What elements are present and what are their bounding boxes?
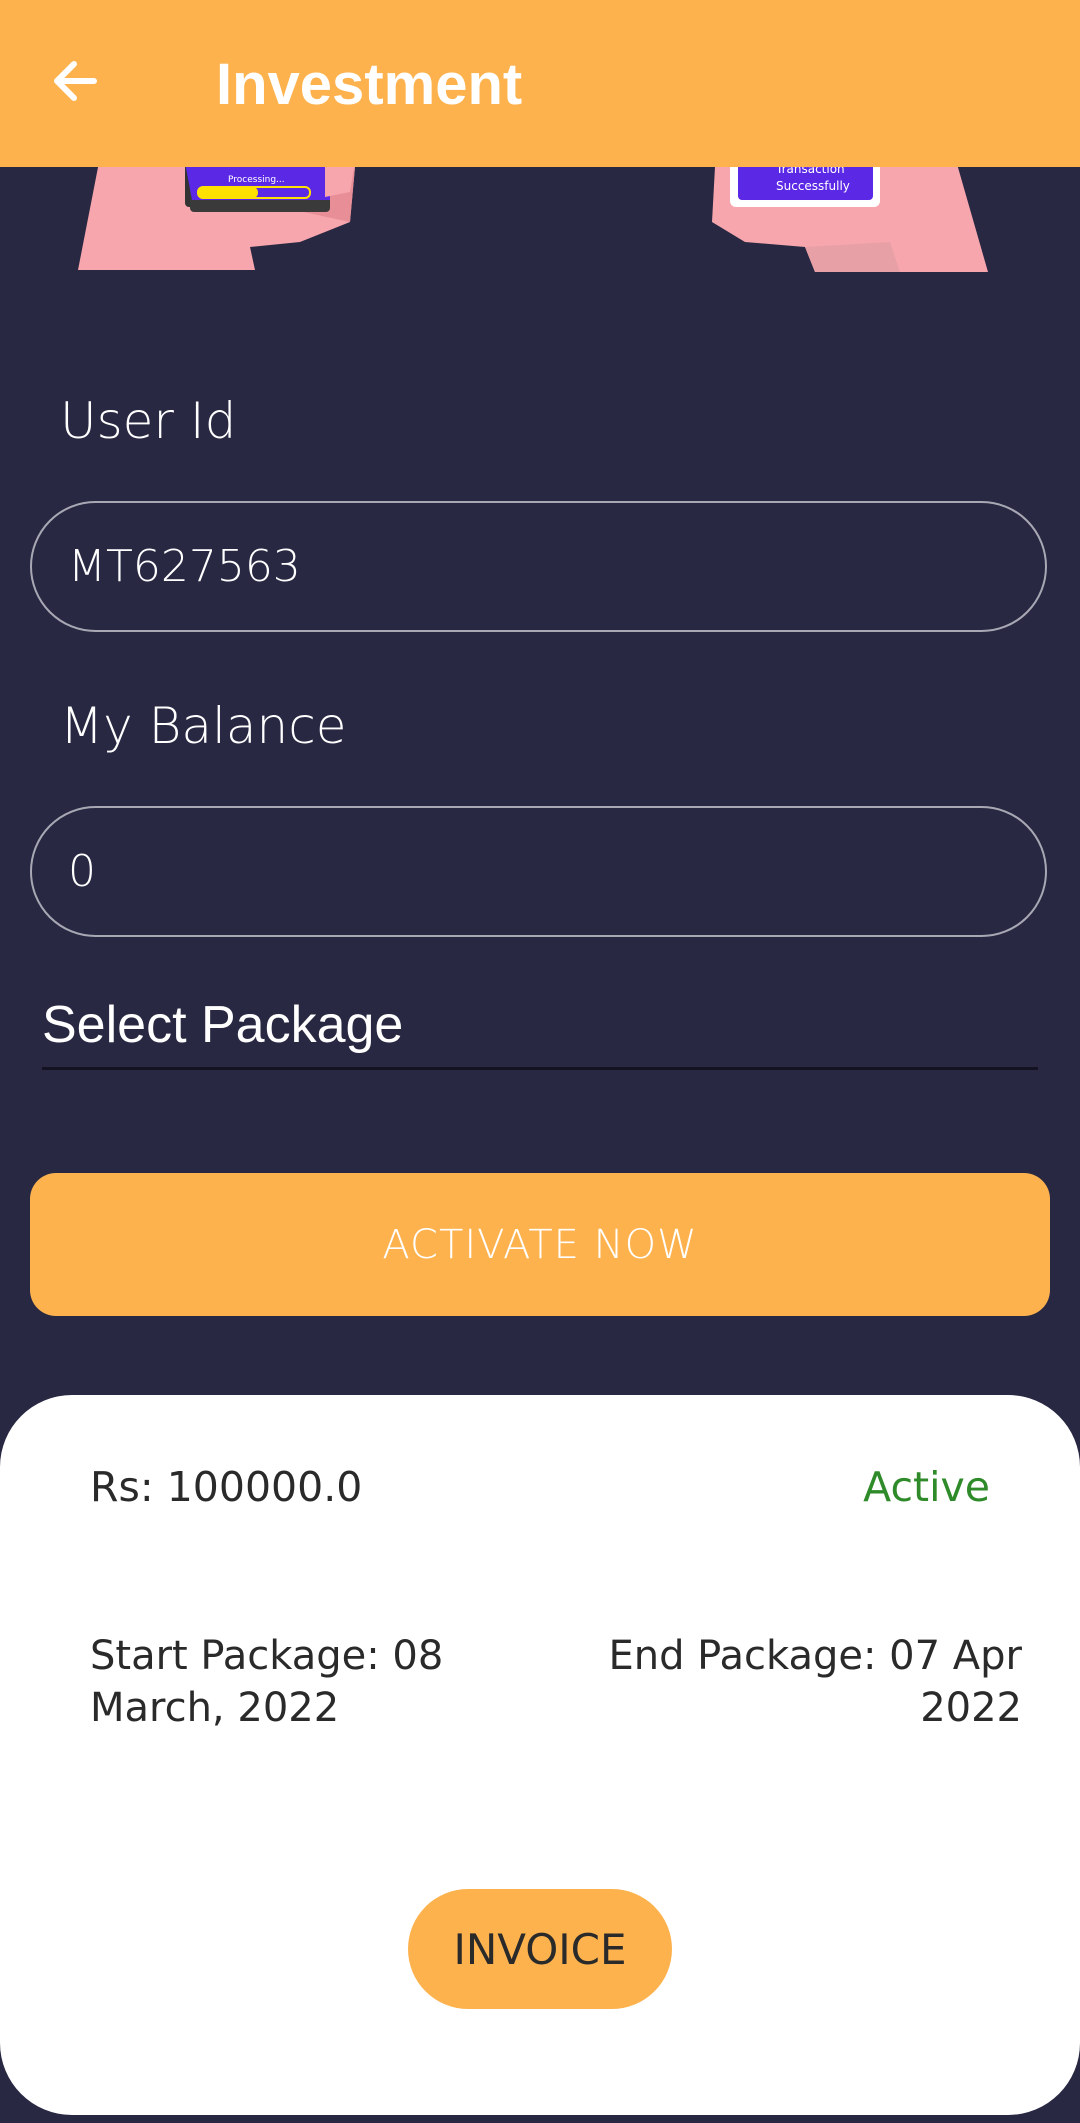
activate-now-button[interactable]: ACTIVATE NOW (30, 1173, 1050, 1316)
balance-label: My Balance (60, 697, 347, 755)
balance-field[interactable]: 0 (30, 806, 1047, 937)
start-package-date: Start Package: 08 March, 2022 (90, 1633, 444, 1731)
select-package-underline (42, 1067, 1038, 1070)
user-id-value: MT627563 (68, 541, 301, 592)
hero-illustration: Processing... Transaction Successfully (78, 167, 988, 272)
end-package-date: End Package: 07 Apr 2022 (608, 1633, 1022, 1731)
back-button[interactable] (44, 44, 122, 122)
app-bar: Investment (0, 0, 1080, 167)
select-package-dropdown[interactable]: Select Package (42, 995, 403, 1055)
transaction-text-line1: Transaction (775, 167, 845, 176)
package-amount: Rs: 100000.0 (90, 1463, 363, 1511)
user-id-field[interactable]: MT627563 (30, 501, 1047, 632)
status-badge: Active (863, 1463, 990, 1511)
package-card: Rs: 100000.0 Active Start Package: 08 Ma… (0, 1395, 1080, 2115)
page-title: Investment (216, 52, 523, 117)
transaction-text-line2: Successfully (776, 179, 850, 193)
balance-value: 0 (68, 846, 96, 897)
processing-text: Processing... (228, 175, 285, 185)
user-id-label: User Id (60, 392, 237, 450)
invoice-button[interactable]: INVOICE (408, 1889, 672, 2009)
arrow-left-icon (54, 61, 97, 101)
